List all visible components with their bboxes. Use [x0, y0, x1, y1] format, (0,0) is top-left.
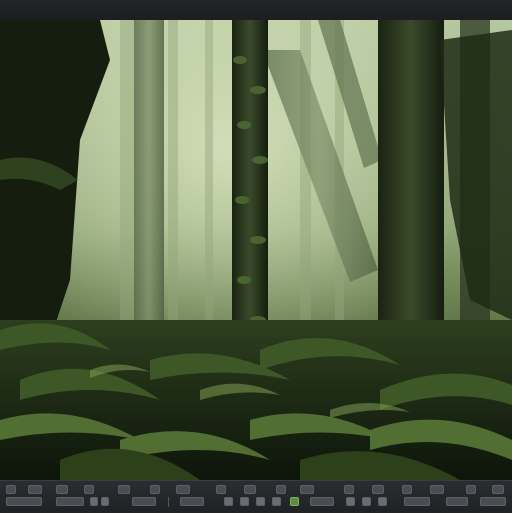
tool-icon[interactable]	[290, 497, 299, 506]
toolbar-row-top	[0, 484, 512, 496]
tool-icon[interactable]	[6, 485, 16, 494]
toolbar-divider	[168, 497, 169, 507]
tool-icon[interactable]	[362, 497, 371, 506]
tool-icon[interactable]	[176, 485, 190, 494]
tool-icon[interactable]	[372, 485, 384, 494]
tool-icon[interactable]	[84, 485, 94, 494]
bottom-toolbar	[0, 480, 512, 513]
tool-icon[interactable]	[224, 497, 233, 506]
tool-icon[interactable]	[118, 485, 130, 494]
tool-icon[interactable]	[310, 497, 334, 506]
tool-icon[interactable]	[132, 497, 156, 506]
tool-icon[interactable]	[446, 497, 468, 506]
tool-icon[interactable]	[244, 485, 256, 494]
top-bar	[0, 0, 512, 21]
tool-icon[interactable]	[466, 485, 476, 494]
tool-icon[interactable]	[6, 497, 42, 506]
toolbar-row-bottom	[0, 496, 512, 508]
tool-icon[interactable]	[300, 485, 314, 494]
tool-icon[interactable]	[240, 497, 249, 506]
tool-icon[interactable]	[404, 497, 430, 506]
tool-icon[interactable]	[216, 485, 226, 494]
tool-icon[interactable]	[101, 497, 109, 506]
image-viewport[interactable]	[0, 20, 512, 480]
tool-icon[interactable]	[344, 485, 354, 494]
tool-icon[interactable]	[150, 485, 160, 494]
tool-icon[interactable]	[56, 497, 84, 506]
tool-icon[interactable]	[378, 497, 387, 506]
tool-icon[interactable]	[56, 485, 68, 494]
jungle-scene-image	[0, 20, 512, 480]
tool-icon[interactable]	[272, 497, 281, 506]
tool-icon[interactable]	[346, 497, 355, 506]
tool-icon[interactable]	[180, 497, 204, 506]
tool-icon[interactable]	[28, 485, 42, 494]
tool-icon[interactable]	[276, 485, 286, 494]
tool-icon[interactable]	[402, 485, 412, 494]
tool-icon[interactable]	[256, 497, 265, 506]
tool-icon[interactable]	[492, 485, 504, 494]
tool-icon[interactable]	[480, 497, 506, 506]
tool-icon[interactable]	[90, 497, 98, 506]
tool-icon[interactable]	[430, 485, 444, 494]
